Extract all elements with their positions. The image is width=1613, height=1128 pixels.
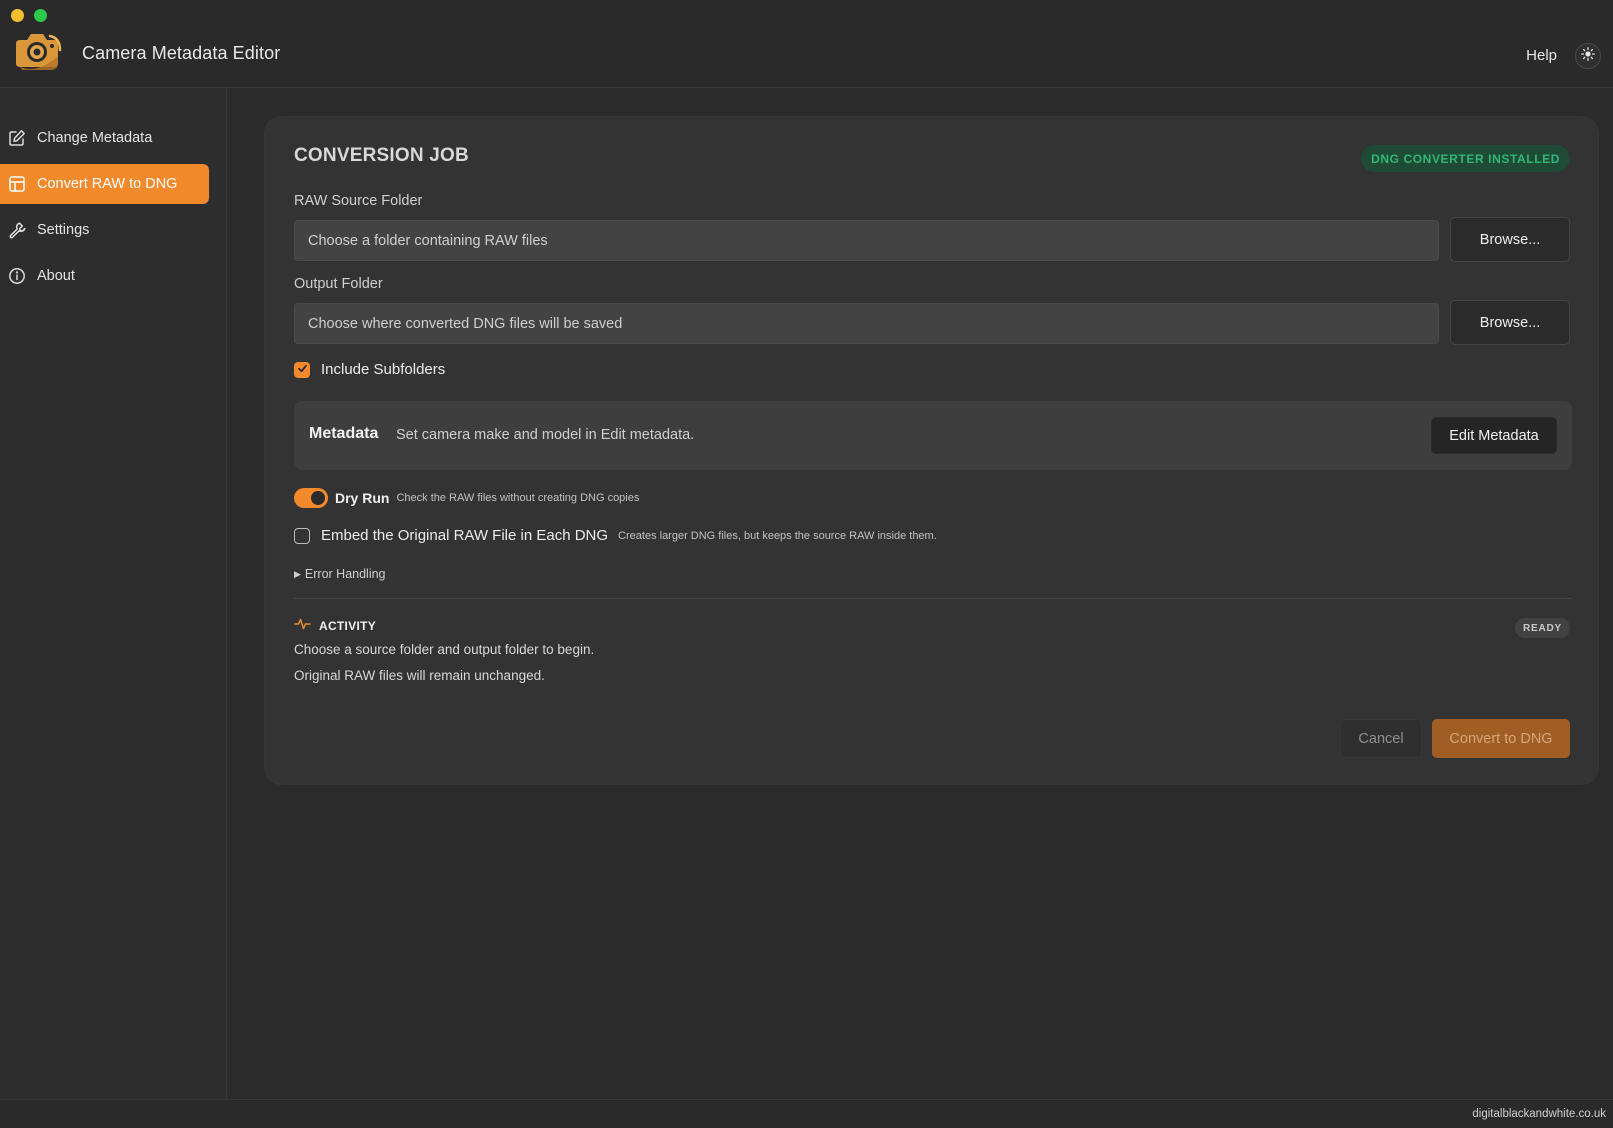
sidebar-item-about[interactable]: About [0,256,209,296]
disclosure-triangle-icon: ▶ [294,568,301,579]
dry-run-toggle[interactable] [294,488,328,508]
sidebar-item-label: Settings [37,222,90,238]
metadata-description: Set camera make and model in Edit metada… [396,427,695,443]
metadata-title: Metadata [309,425,379,442]
website-link[interactable]: digitalblackandwhite.co.uk [1472,1108,1606,1120]
sidebar-item-label: Change Metadata [37,130,153,146]
theme-toggle-button[interactable] [1575,43,1601,69]
title-bar: Camera Metadata Editor Help [0,0,1613,88]
app-title: Camera Metadata Editor [82,43,281,63]
wrench-icon [8,221,26,239]
help-link[interactable]: Help [1526,47,1557,64]
sidebar: Change Metadata Convert RAW to DNG Setti… [0,88,227,1099]
embed-raw-row: Embed the Original RAW File in Each DNG … [294,527,937,544]
embed-raw-checkbox[interactable] [294,527,310,544]
checkmark-icon [297,361,308,379]
zoom-window-button[interactable] [34,9,47,22]
raw-source-folder-input[interactable] [294,220,1439,261]
edit-icon [8,129,26,147]
include-subfolders-checkbox[interactable] [294,361,310,379]
output-folder-input[interactable] [294,303,1439,344]
output-folder-label: Output Folder [294,276,383,292]
activity-message: Choose a source folder and output folder… [294,642,595,657]
sidebar-item-change-metadata[interactable]: Change Metadata [0,118,209,158]
toggle-knob [311,491,325,505]
error-handling-label: Error Handling [304,567,386,581]
dng-converter-status-badge: DNG CONVERTER INSTALLED [1361,145,1570,172]
dry-run-label: Dry Run [335,490,390,506]
table-icon [8,175,26,193]
sidebar-item-label: Convert RAW to DNG [37,176,178,192]
dry-run-row: Dry Run Check the RAW files without crea… [294,488,639,508]
embed-raw-hint: Creates larger DNG files, but keeps the … [618,529,937,542]
convert-to-dng-button[interactable]: Convert to DNG [1432,719,1570,758]
dry-run-hint: Check the RAW files without creating DNG… [396,492,640,504]
sidebar-item-convert-raw-to-dng[interactable]: Convert RAW to DNG [0,164,209,204]
activity-title: ACTIVITY [319,619,377,633]
sun-icon [1581,46,1595,66]
activity-pulse-icon [294,617,311,635]
raw-source-browse-button[interactable]: Browse... [1450,217,1570,262]
section-divider [294,598,1572,599]
activity-status-badge: READY [1514,618,1570,638]
sidebar-item-label: About [37,268,75,284]
activity-header: ACTIVITY [294,617,376,635]
embed-raw-label: Embed the Original RAW File in Each DNG [321,527,609,544]
output-folder-browse-button[interactable]: Browse... [1450,300,1570,345]
raw-source-label: RAW Source Folder [294,193,423,209]
include-subfolders-row: Include Subfolders [294,361,445,378]
minimize-window-button[interactable] [11,9,24,22]
include-subfolders-label: Include Subfolders [321,361,446,378]
metadata-panel: Metadata Set camera make and model in Ed… [294,401,1572,470]
edit-metadata-button[interactable]: Edit Metadata [1431,417,1557,454]
cancel-button[interactable]: Cancel [1340,719,1422,758]
conversion-job-card: CONVERSION JOB DNG CONVERTER INSTALLED R… [264,116,1599,785]
camera-logo-icon [12,30,62,74]
footer: digitalblackandwhite.co.uk [0,1099,1613,1128]
info-icon [8,267,26,285]
activity-message: Original RAW files will remain unchanged… [294,668,545,683]
error-handling-disclosure[interactable]: ▶ Error Handling [294,567,386,581]
sidebar-item-settings[interactable]: Settings [0,210,209,250]
card-title: CONVERSION JOB [294,145,469,166]
